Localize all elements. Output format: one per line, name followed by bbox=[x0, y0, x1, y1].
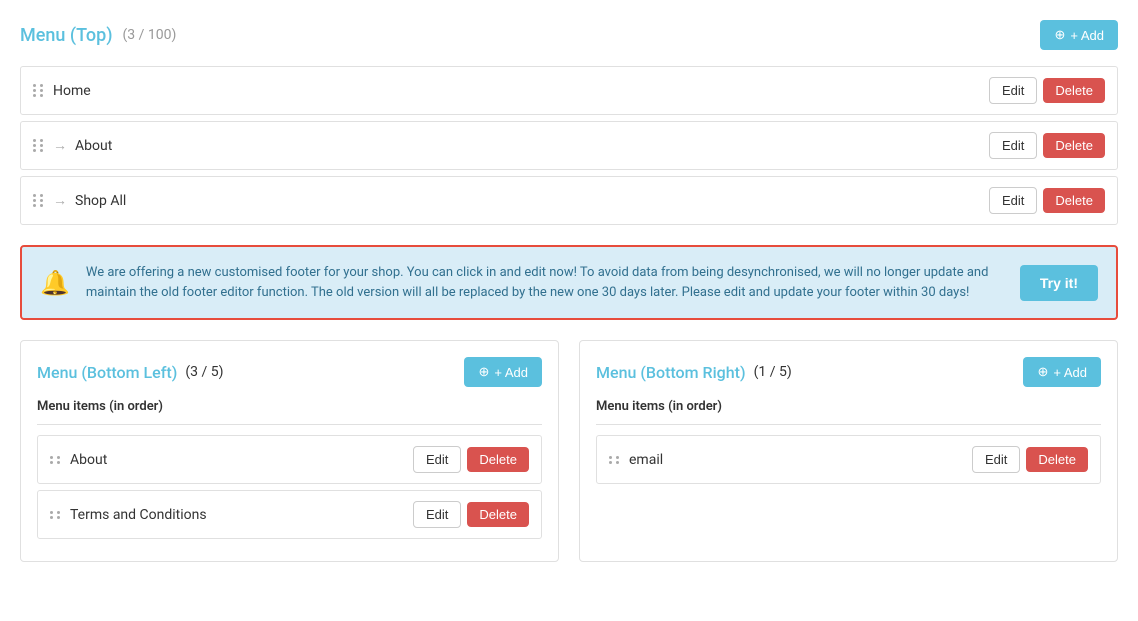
bell-icon: 🔔 bbox=[40, 269, 70, 297]
plus-icon: ⊕ bbox=[1037, 364, 1048, 380]
menu-row-shop-all: → Shop All Edit Delete bbox=[20, 176, 1118, 225]
bottom-right-add-button[interactable]: ⊕ + Add bbox=[1023, 357, 1101, 387]
bottom-left-header: Menu (Bottom Left) (3 / 5) ⊕ + Add bbox=[37, 357, 542, 387]
menu-item-label: Terms and Conditions bbox=[70, 507, 413, 523]
alert-banner: 🔔 We are offering a new customised foote… bbox=[20, 245, 1118, 320]
shop-all-delete-button[interactable]: Delete bbox=[1043, 188, 1105, 213]
drag-handle[interactable] bbox=[33, 194, 45, 207]
add-label: + Add bbox=[1070, 28, 1104, 43]
plus-icon: ⊕ bbox=[1054, 27, 1065, 43]
bottom-right-title-group: Menu (Bottom Right) (1 / 5) bbox=[596, 363, 792, 382]
bottom-right-row-email: email Edit Delete bbox=[596, 435, 1101, 484]
bottom-right-title: Menu (Bottom Right) bbox=[596, 363, 746, 382]
top-menu-title: Menu (Top) bbox=[20, 25, 113, 46]
top-menu-header: Menu (Top) (3 / 100) ⊕ + Add bbox=[20, 20, 1118, 50]
bottom-sections: Menu (Bottom Left) (3 / 5) ⊕ + Add Menu … bbox=[20, 340, 1118, 562]
menu-row-about: → About Edit Delete bbox=[20, 121, 1118, 170]
try-it-button[interactable]: Try it! bbox=[1020, 265, 1098, 301]
home-delete-button[interactable]: Delete bbox=[1043, 78, 1105, 103]
page-wrapper: Menu (Top) (3 / 100) ⊕ + Add Home Edit D… bbox=[0, 0, 1138, 621]
bottom-left-items-label: Menu items (in order) bbox=[37, 399, 542, 414]
br-email-edit-button[interactable]: Edit bbox=[972, 446, 1020, 473]
menu-row-home: Home Edit Delete bbox=[20, 66, 1118, 115]
top-menu-count: (3 / 100) bbox=[123, 27, 177, 43]
add-label: + Add bbox=[494, 365, 528, 380]
bl-about-delete-button[interactable]: Delete bbox=[467, 447, 529, 472]
menu-item-label: Home bbox=[53, 83, 989, 99]
top-menu-add-button[interactable]: ⊕ + Add bbox=[1040, 20, 1118, 50]
arrow-icon: → bbox=[53, 192, 67, 209]
bottom-right-items-label: Menu items (in order) bbox=[596, 399, 1101, 414]
bottom-left-add-button[interactable]: ⊕ + Add bbox=[464, 357, 542, 387]
bottom-left-title: Menu (Bottom Left) bbox=[37, 363, 177, 382]
menu-item-label: email bbox=[629, 452, 972, 468]
bl-about-edit-button[interactable]: Edit bbox=[413, 446, 461, 473]
bottom-left-row-terms: Terms and Conditions Edit Delete bbox=[37, 490, 542, 539]
drag-handle[interactable] bbox=[33, 139, 45, 152]
menu-item-label: About bbox=[70, 452, 413, 468]
drag-handle[interactable] bbox=[33, 84, 45, 97]
bottom-right-header: Menu (Bottom Right) (1 / 5) ⊕ + Add bbox=[596, 357, 1101, 387]
menu-item-label: About bbox=[75, 138, 989, 154]
bottom-left-row-about: About Edit Delete bbox=[37, 435, 542, 484]
bottom-left-title-group: Menu (Bottom Left) (3 / 5) bbox=[37, 363, 223, 382]
menu-item-label: Shop All bbox=[75, 193, 989, 209]
br-email-delete-button[interactable]: Delete bbox=[1026, 447, 1088, 472]
drag-handle[interactable] bbox=[50, 456, 62, 464]
bottom-left-section: Menu (Bottom Left) (3 / 5) ⊕ + Add Menu … bbox=[20, 340, 559, 562]
drag-handle[interactable] bbox=[50, 511, 62, 519]
bottom-right-count: (1 / 5) bbox=[754, 364, 792, 380]
about-delete-button[interactable]: Delete bbox=[1043, 133, 1105, 158]
shop-all-edit-button[interactable]: Edit bbox=[989, 187, 1037, 214]
plus-icon: ⊕ bbox=[478, 364, 489, 380]
bl-terms-delete-button[interactable]: Delete bbox=[467, 502, 529, 527]
home-edit-button[interactable]: Edit bbox=[989, 77, 1037, 104]
top-menu-title-group: Menu (Top) (3 / 100) bbox=[20, 25, 176, 46]
divider bbox=[596, 424, 1101, 425]
divider bbox=[37, 424, 542, 425]
alert-text: We are offering a new customised footer … bbox=[86, 263, 1004, 302]
bl-terms-edit-button[interactable]: Edit bbox=[413, 501, 461, 528]
arrow-icon: → bbox=[53, 137, 67, 154]
bottom-right-section: Menu (Bottom Right) (1 / 5) ⊕ + Add Menu… bbox=[579, 340, 1118, 562]
about-edit-button[interactable]: Edit bbox=[989, 132, 1037, 159]
drag-handle[interactable] bbox=[609, 456, 621, 464]
bottom-left-count: (3 / 5) bbox=[185, 364, 223, 380]
add-label: + Add bbox=[1053, 365, 1087, 380]
